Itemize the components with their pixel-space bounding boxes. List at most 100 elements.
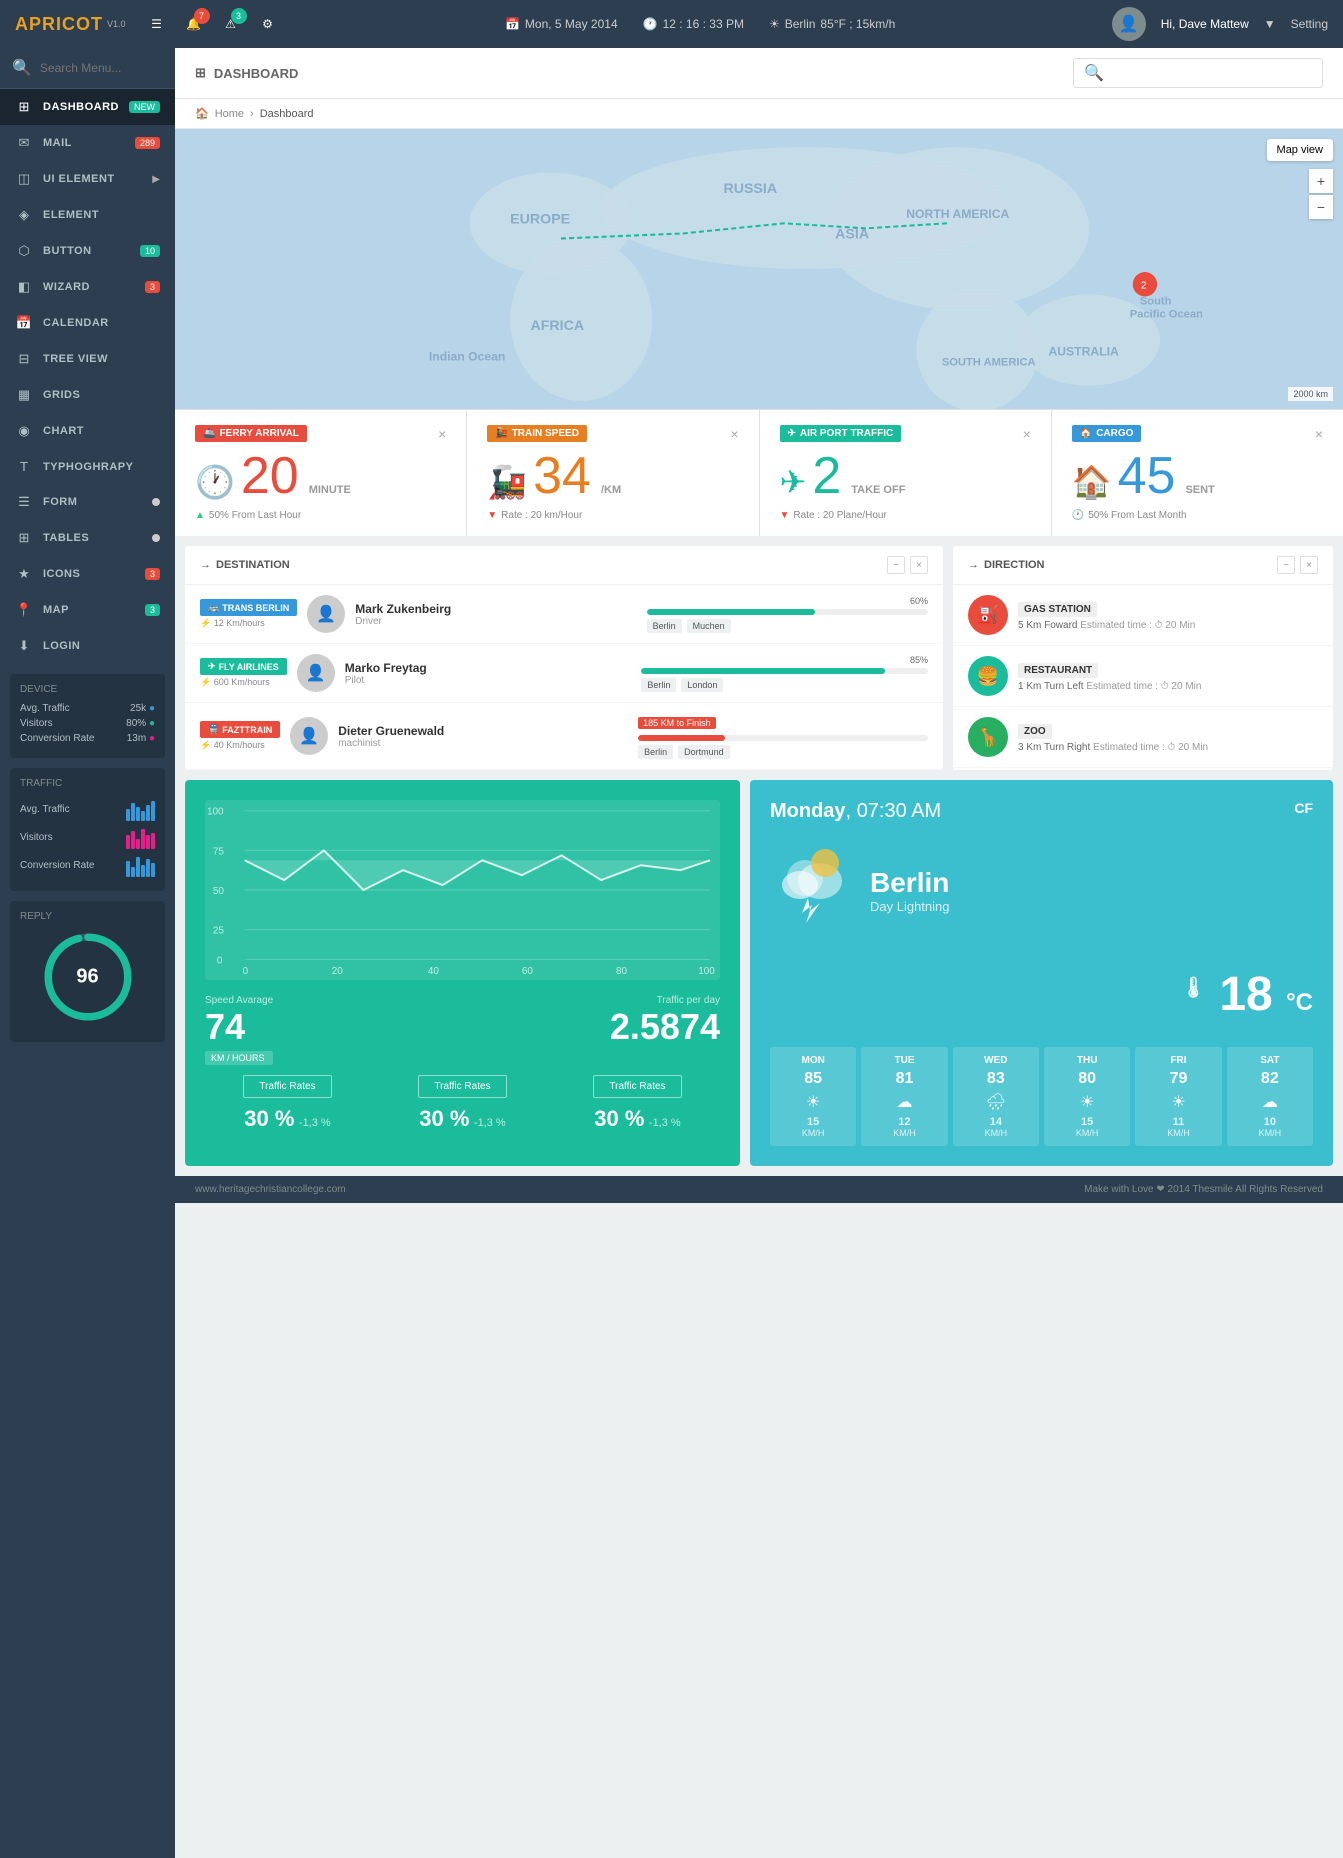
sidebar-label-ui-element: UI ELEMENT bbox=[43, 173, 152, 185]
sidebar-item-grids[interactable]: ▦ GRIDS bbox=[0, 377, 175, 413]
icons-badge: 3 bbox=[145, 568, 160, 580]
line-chart-svg: 100 75 50 25 0 0 20 40 60 80 100 bbox=[205, 800, 720, 980]
ferry-sub: ▲ 50% From Last Hour bbox=[195, 510, 446, 521]
traffic-rate-btn-2[interactable]: Traffic Rates bbox=[418, 1075, 506, 1098]
forecast-thu-temp: 80 bbox=[1049, 1070, 1125, 1088]
breadcrumb-separator-1: › bbox=[250, 108, 254, 120]
sidebar-label-treeview: TREE VIEW bbox=[43, 353, 160, 365]
destination-title: → DESTINATION bbox=[200, 559, 290, 571]
direction-header: → DIRECTION − × bbox=[953, 546, 1333, 585]
map-zoom-in-button[interactable]: + bbox=[1309, 169, 1333, 193]
sidebar-item-map[interactable]: 📍 MAP 3 bbox=[0, 592, 175, 628]
sidebar-item-tables[interactable]: ⊞ TABLES bbox=[0, 520, 175, 556]
alerts-button[interactable]: ⚠ 3 bbox=[215, 8, 247, 40]
gas-station-info: GAS STATION 5 Km Foward Estimated time :… bbox=[1018, 599, 1318, 631]
forecast-tue: TUE 81 ☁ 12 KM/H bbox=[861, 1047, 947, 1146]
dest-info-1: Mark Zukenbeirg Driver bbox=[355, 602, 636, 627]
setting-link[interactable]: Setting bbox=[1291, 17, 1328, 31]
sidebar-item-form[interactable]: ☰ FORM bbox=[0, 484, 175, 520]
forecast-fri: FRI 79 ☀ 11 KM/H bbox=[1135, 1047, 1221, 1146]
sidebar-label-typography: TYPHOGHRAPY bbox=[43, 461, 160, 473]
traffic-rate-btn-3[interactable]: Traffic Rates bbox=[593, 1075, 681, 1098]
bar bbox=[141, 811, 145, 821]
sidebar-item-button[interactable]: ⬡ BUTTON 10 bbox=[0, 233, 175, 269]
direction-close-button[interactable]: × bbox=[1300, 556, 1318, 574]
direction-panel: → DIRECTION − × ⛽ GAS STATION 5 Km Fowar… bbox=[953, 546, 1333, 770]
sidebar-item-typography[interactable]: T TYPHOGHRAPY bbox=[0, 449, 175, 484]
calendar-icon: 📅 bbox=[15, 315, 33, 331]
traffic-rate-col-3: Traffic Rates 30 % -1,3 % bbox=[555, 1075, 720, 1132]
bar bbox=[141, 865, 145, 877]
visitors-bars bbox=[126, 825, 155, 849]
map-view-button[interactable]: Map view bbox=[1267, 139, 1333, 161]
gas-station-detail: 5 Km Foward Estimated time : ⏱ 20 Min bbox=[1018, 620, 1318, 631]
sidebar-label-form: FORM bbox=[43, 496, 152, 508]
button-badge: 10 bbox=[140, 245, 160, 257]
ferry-up-icon: ▲ bbox=[195, 510, 205, 521]
weather-condition-icon bbox=[770, 843, 850, 937]
weather-city-info: Berlin Day Lightning bbox=[870, 867, 950, 914]
sidebar-item-login[interactable]: ⬇ LOGIN bbox=[0, 628, 175, 664]
svg-text:0: 0 bbox=[217, 955, 223, 966]
main-search-input[interactable] bbox=[1112, 66, 1312, 80]
main-search-box[interactable]: 🔍 bbox=[1073, 58, 1323, 88]
dest-progress-label-2: 85% bbox=[641, 655, 928, 665]
direction-minimize-button[interactable]: − bbox=[1277, 556, 1295, 574]
breadcrumb-home[interactable]: Home bbox=[215, 108, 244, 120]
brand-version: V1.0 bbox=[107, 19, 126, 29]
panels-row: → DESTINATION − × 🚌 TRANS BERLIN bbox=[175, 536, 1343, 780]
weather-panel: Monday, 07:30 AM CF bbox=[750, 780, 1333, 1166]
sidebar-item-wizard[interactable]: ◧ WIZARD 3 bbox=[0, 269, 175, 305]
sidebar-item-mail[interactable]: ✉ MAIL 289 bbox=[0, 125, 175, 161]
dest-from-3: Berlin bbox=[638, 745, 673, 759]
destination-panel: → DESTINATION − × 🚌 TRANS BERLIN bbox=[185, 546, 943, 770]
menu-toggle-button[interactable]: ☰ bbox=[141, 8, 173, 40]
dest-avatar-1: 👤 bbox=[307, 595, 345, 633]
traffic-rate-val-2: 30 % -1,3 % bbox=[380, 1106, 545, 1132]
treeview-icon: ⊟ bbox=[15, 351, 33, 367]
footer: www.heritagechristiancollege.com Make wi… bbox=[175, 1176, 1343, 1203]
svg-text:South: South bbox=[1140, 296, 1172, 308]
page-title: ⊞ DASHBOARD bbox=[195, 65, 298, 81]
bar bbox=[126, 835, 130, 849]
restaurant-name: RESTAURANT bbox=[1018, 663, 1098, 678]
sidebar-item-calendar[interactable]: 📅 CALENDAR bbox=[0, 305, 175, 341]
cargo-close-button[interactable]: × bbox=[1315, 426, 1323, 442]
svg-text:0: 0 bbox=[243, 966, 249, 977]
grids-icon: ▦ bbox=[15, 387, 33, 403]
cargo-title: 🏠 CARGO bbox=[1072, 425, 1142, 442]
weather-cf-toggle[interactable]: CF bbox=[1294, 800, 1313, 816]
destination-close-button[interactable]: × bbox=[910, 556, 928, 574]
sidebar-item-dashboard[interactable]: ⊞ DASHBOARD NEW bbox=[0, 89, 175, 125]
svg-text:Indian Ocean: Indian Ocean bbox=[429, 349, 505, 363]
destination-minimize-button[interactable]: − bbox=[887, 556, 905, 574]
forecast-mon: MON 85 ☀ 15 KM/H bbox=[770, 1047, 856, 1146]
map-zoom-out-button[interactable]: − bbox=[1309, 195, 1333, 219]
train-close-button[interactable]: × bbox=[730, 426, 738, 442]
weather-description: Day Lightning bbox=[870, 899, 950, 914]
svg-text:Pacific Ocean: Pacific Ocean bbox=[1130, 309, 1203, 321]
sidebar-item-treeview[interactable]: ⊟ TREE VIEW bbox=[0, 341, 175, 377]
avg-traffic-label: Avg. Traffic bbox=[20, 703, 70, 714]
stat-card-train: 🚂 TRAIN SPEED × 🚂 34 /KM ▼ Rate : 20 km/… bbox=[467, 410, 759, 536]
main-header: ⊞ DASHBOARD 🔍 bbox=[175, 48, 1343, 99]
destination-arrow-icon: → bbox=[200, 559, 211, 571]
sidebar-item-element[interactable]: ◈ ELEMENT bbox=[0, 197, 175, 233]
airport-close-button[interactable]: × bbox=[1023, 426, 1031, 442]
ferry-close-button[interactable]: × bbox=[438, 426, 446, 442]
map-container[interactable]: EUROPE RUSSIA ASIA AFRICA NORTH AMERICA … bbox=[175, 129, 1343, 409]
sidebar-item-chart[interactable]: ◉ CHART bbox=[0, 413, 175, 449]
search-input[interactable] bbox=[40, 61, 175, 75]
sidebar-item-ui-element[interactable]: ◫ UI ELEMENT ▶ bbox=[0, 161, 175, 197]
speed-avg-stat: Speed Avarage 74 KM / HOURS bbox=[205, 995, 273, 1065]
settings-button[interactable]: ⚙ bbox=[252, 8, 284, 40]
map-scale: 2000 km bbox=[1288, 387, 1333, 401]
dest-from-2: Berlin bbox=[641, 678, 676, 692]
sidebar-label-element: ELEMENT bbox=[43, 209, 160, 221]
sidebar-item-icons[interactable]: ★ ICONS 3 bbox=[0, 556, 175, 592]
traffic-rate-btn-1[interactable]: Traffic Rates bbox=[243, 1075, 331, 1098]
notifications-button[interactable]: 🔔 7 bbox=[178, 8, 210, 40]
avg-traffic-row: Avg. Traffic 25k ● bbox=[20, 703, 155, 714]
forecast-tue-icon: ☁ bbox=[866, 1092, 942, 1112]
dest-speed-3: ⚡ 40 Km/hours bbox=[200, 740, 280, 751]
